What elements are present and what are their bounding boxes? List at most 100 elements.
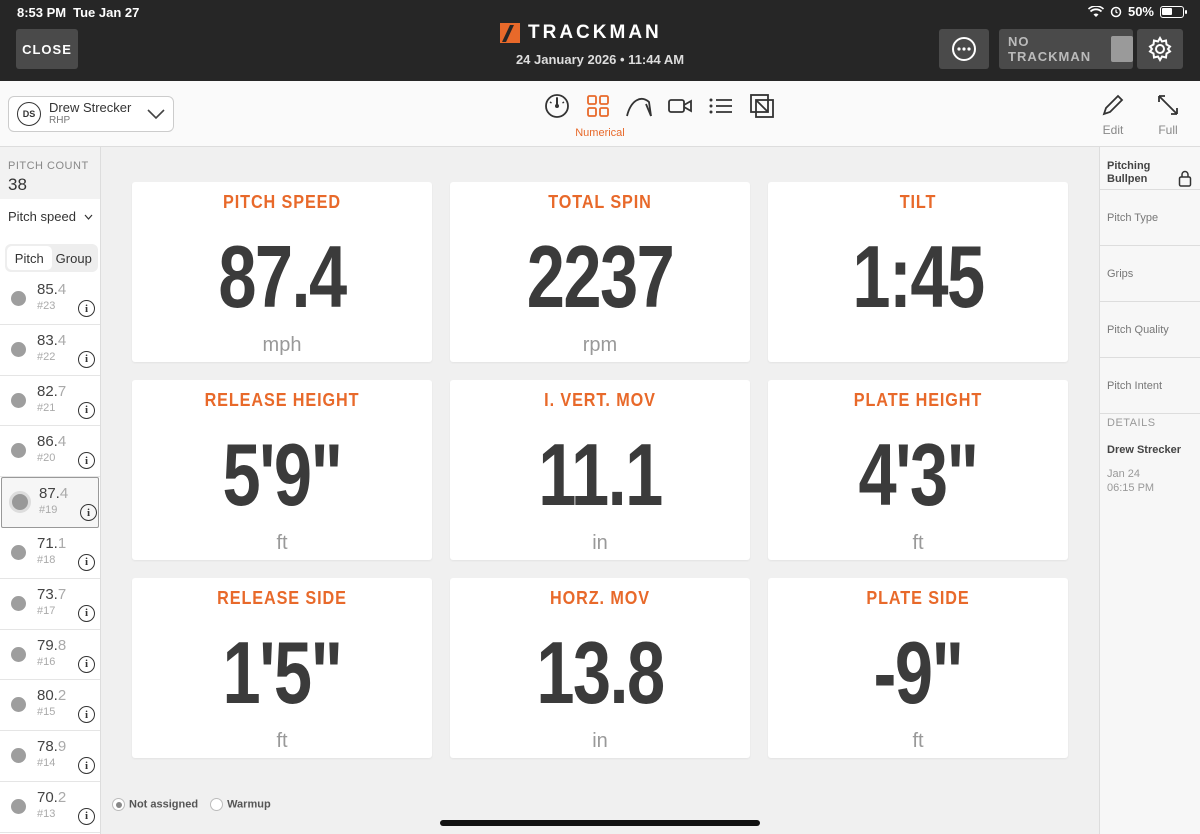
pitch-row[interactable]: 78.9 #14 i xyxy=(0,731,100,782)
info-icon[interactable]: i xyxy=(78,807,95,825)
top-bar: 8:53 PM Tue Jan 27 50% CLOSE TRACKMAN 24 … xyxy=(0,0,1200,81)
tilt-card[interactable]: TILT 1:45 xyxy=(768,182,1068,362)
pitch-dot xyxy=(11,544,26,560)
plate-side-card[interactable]: PLATE SIDE -9" ft xyxy=(768,578,1068,758)
no-trackman-label: NO TRACKMAN xyxy=(1008,34,1092,64)
release-height-card[interactable]: RELEASE HEIGHT 5'9" ft xyxy=(132,380,432,560)
pitch-quality-field[interactable]: Pitch Quality xyxy=(1100,301,1200,357)
release-side-card[interactable]: RELEASE SIDE 1'5" ft xyxy=(132,578,432,758)
pitch-list: 85.4 #23 i 83.4 #22 i 82.7 #21 i 86.4 #20 i 87.4 #19 i… xyxy=(0,274,100,833)
info-icon[interactable]: i xyxy=(78,350,95,368)
pitch-sidebar: PITCH COUNT 38 Pitch speed Pitch Group 8… xyxy=(0,147,101,834)
pitch-dot xyxy=(11,341,26,357)
pitch-row[interactable]: 70.2 #13 i xyxy=(0,782,100,833)
more-options-button[interactable] xyxy=(939,29,989,69)
pitch-row[interactable]: 85.4 #23 i xyxy=(0,274,100,325)
chevron-down-icon xyxy=(147,109,165,120)
card-unit: in xyxy=(592,532,608,554)
card-unit: mph xyxy=(262,334,302,356)
info-icon[interactable]: i xyxy=(78,757,95,775)
clock: 8:53 PM xyxy=(17,5,67,20)
pitch-dot xyxy=(11,443,26,459)
edit-button[interactable]: Edit xyxy=(1093,93,1133,137)
pitch-dot xyxy=(11,392,26,408)
pitch-speed-value: 87.4 xyxy=(39,485,69,503)
card-value: 1'5" xyxy=(222,623,344,722)
pitch-count-value: 38 xyxy=(8,175,27,194)
pitch-number: #20 xyxy=(37,452,56,465)
card-unit: ft xyxy=(912,730,924,752)
card-value: 11.1 xyxy=(538,425,663,524)
trajectory-view-button[interactable] xyxy=(625,92,653,120)
total-spin-card[interactable]: TOTAL SPIN 2237 rpm xyxy=(450,182,750,362)
info-icon[interactable]: i xyxy=(78,300,95,317)
pitch-speed-value: 85.4 xyxy=(37,281,67,298)
info-icon[interactable]: i xyxy=(78,401,95,419)
info-icon[interactable]: i xyxy=(78,604,95,622)
video-view-button[interactable] xyxy=(666,92,694,120)
wifi-icon xyxy=(1087,5,1104,17)
pitch-row[interactable]: 87.4 #19 i xyxy=(1,477,99,528)
card-value: -9" xyxy=(873,623,964,722)
horz-mov-card[interactable]: HORZ. MOV 13.8 in xyxy=(450,578,750,758)
lock-icon[interactable] xyxy=(1178,170,1192,187)
info-icon[interactable]: i xyxy=(78,553,95,571)
device-thumbnail xyxy=(1110,36,1133,62)
grips-field[interactable]: Grips xyxy=(1100,245,1200,301)
player-selector[interactable]: DS Drew Strecker RHP xyxy=(8,96,174,132)
expand-icon xyxy=(1158,95,1178,115)
plate-height-card[interactable]: PLATE HEIGHT 4'3" ft xyxy=(768,380,1068,560)
info-icon[interactable]: i xyxy=(78,706,95,724)
card-title: TILT xyxy=(899,192,937,212)
warmup-label: Warmup xyxy=(227,798,271,811)
brand-name: TRACKMAN xyxy=(528,22,662,43)
pitch-row[interactable]: 83.4 #22 i xyxy=(0,325,100,376)
not-assigned-label: Not assigned xyxy=(129,798,199,811)
info-icon[interactable]: i xyxy=(78,655,95,673)
pitch-row[interactable]: 80.2 #15 i xyxy=(0,680,100,732)
card-unit: rpm xyxy=(582,334,618,356)
gauge-view-button[interactable] xyxy=(543,92,571,120)
right-panel: Pitching Bullpen Pitch Type Grips Pitch … xyxy=(1099,147,1200,834)
list-view-button[interactable] xyxy=(707,92,735,120)
home-indicator[interactable] xyxy=(440,820,760,826)
no-trackman-button[interactable]: NO TRACKMAN xyxy=(999,29,1133,69)
info-icon[interactable]: i xyxy=(80,504,97,522)
pitch-row[interactable]: 82.7 #21 i xyxy=(0,376,100,427)
radio-dot xyxy=(112,798,125,811)
pitch-speed-value: 79.8 xyxy=(37,636,67,654)
status-indicators: 50% xyxy=(1087,4,1187,19)
pitch-dot xyxy=(11,595,26,611)
pitch-intent-field[interactable]: Pitch Intent xyxy=(1100,357,1200,413)
pitch-speed-card[interactable]: PITCH SPEED 87.4 mph xyxy=(132,182,432,362)
pitch-dot xyxy=(11,646,26,662)
pitch-number: #15 xyxy=(37,706,56,719)
metric-selector[interactable]: Pitch speed xyxy=(8,209,93,224)
details-time-value: 06:15 PM xyxy=(1107,482,1155,494)
pitch-row[interactable]: 71.1 #18 i xyxy=(0,528,100,579)
status-time: 8:53 PM Tue Jan 27 xyxy=(17,5,139,20)
radio-warmup[interactable]: Warmup xyxy=(210,798,271,811)
pitch-speed-value: 71.1 xyxy=(37,534,67,552)
close-button[interactable]: CLOSE xyxy=(16,29,78,69)
pitch-row[interactable]: 73.7 #17 i xyxy=(0,579,100,630)
tab-pitch[interactable]: Pitch xyxy=(7,246,52,270)
info-icon[interactable]: i xyxy=(78,452,95,470)
settings-button[interactable] xyxy=(1137,29,1183,69)
pitch-type-field[interactable]: Pitch Type xyxy=(1100,189,1200,245)
numerical-view-button[interactable] xyxy=(584,92,612,120)
radio-not-assigned[interactable]: Not assigned xyxy=(112,798,198,811)
pitch-dot xyxy=(9,491,31,514)
pitch-row[interactable]: 86.4 #20 i xyxy=(0,426,100,478)
fullscreen-button[interactable]: Full xyxy=(1148,93,1188,137)
i-vert-mov-card[interactable]: I. VERT. MOV 11.1 in xyxy=(450,380,750,560)
pitch-speed-value: 78.9 xyxy=(37,738,67,756)
pitch-row[interactable]: 79.8 #16 i xyxy=(0,630,100,681)
layers-view-button[interactable] xyxy=(748,92,776,120)
grid-icon xyxy=(587,95,609,117)
pitch-dot xyxy=(11,798,26,814)
video-icon xyxy=(668,99,692,113)
pitch-dot xyxy=(11,291,26,306)
tab-group[interactable]: Group xyxy=(52,246,97,270)
gear-icon xyxy=(1148,36,1172,62)
